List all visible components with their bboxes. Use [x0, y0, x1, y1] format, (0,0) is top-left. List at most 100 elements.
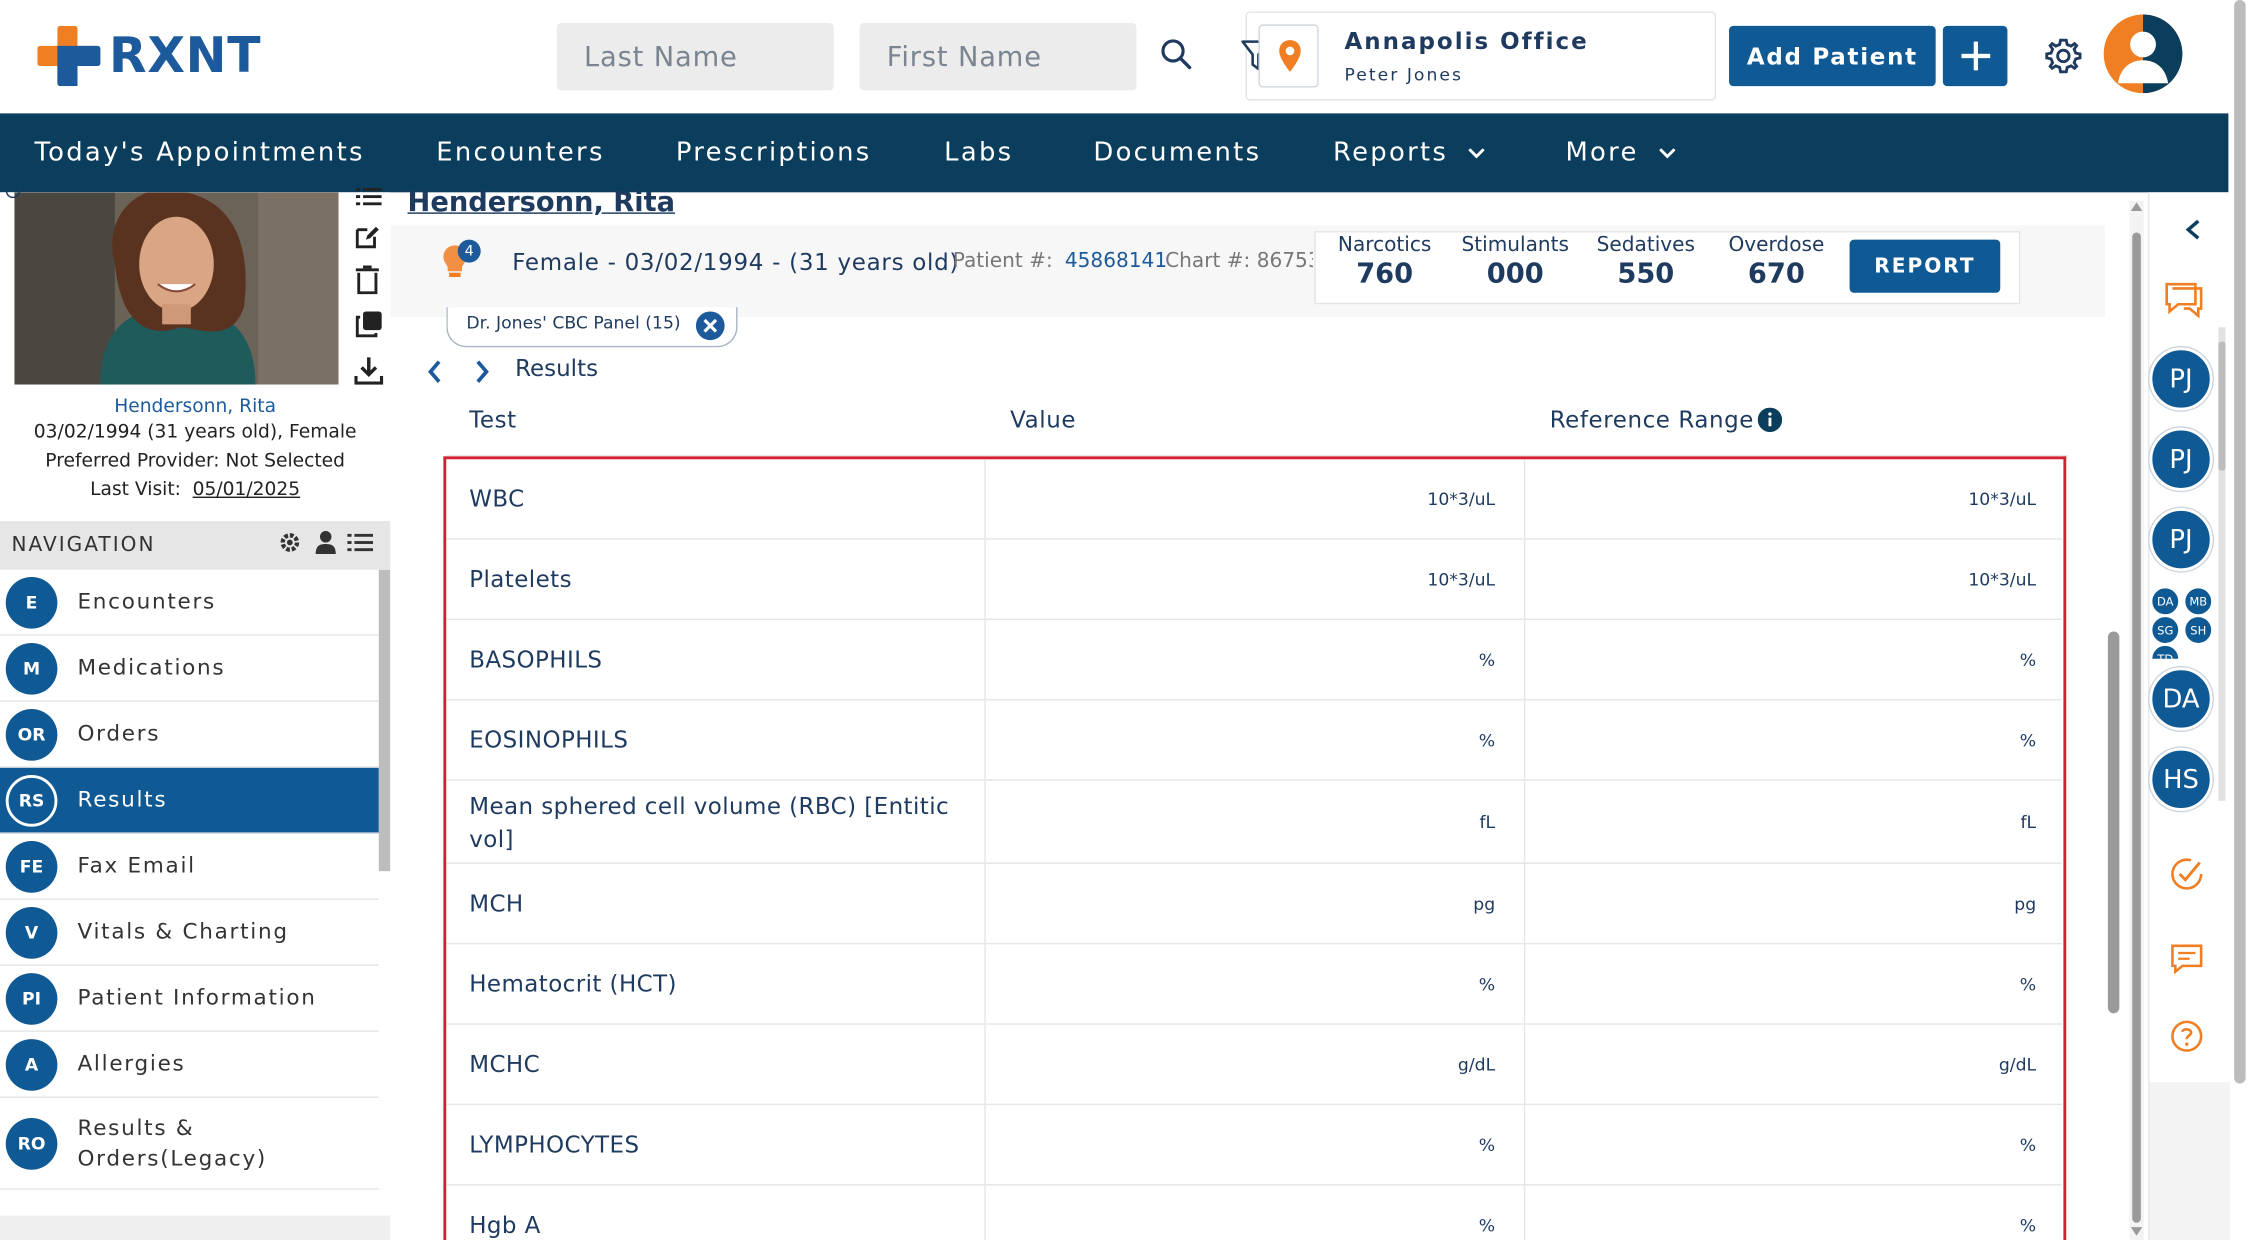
location-pin-box[interactable] [1258, 24, 1319, 88]
settings-icon[interactable] [278, 531, 301, 554]
table-row[interactable]: Hematocrit (HCT)%% [446, 944, 2062, 1025]
user-bubble[interactable]: DA [2149, 667, 2213, 731]
rail-scrollbar[interactable] [2218, 327, 2226, 801]
add-button[interactable] [1942, 25, 2008, 87]
table-row[interactable]: LYMPHOCYTES%% [446, 1105, 2062, 1186]
patient-demographics: Female - 03/02/1994 - (31 years old) [512, 248, 960, 276]
trash-icon[interactable] [354, 265, 380, 295]
help-icon[interactable] [2170, 1019, 2204, 1053]
user-bubble-small[interactable]: MB [2183, 586, 2213, 616]
nav-documents[interactable]: Documents [1093, 113, 1261, 192]
nav-row-label: Patient Information [77, 984, 317, 1011]
info-icon[interactable] [1757, 407, 1783, 432]
value-cell[interactable]: fL [986, 780, 1526, 863]
patient-number-value[interactable]: 45868141 [1065, 250, 1167, 273]
add-patient-button[interactable]: Add Patient [1729, 25, 1936, 87]
value-cell[interactable]: % [986, 700, 1526, 780]
value-cell[interactable]: % [986, 620, 1526, 699]
table-row[interactable]: MCH pg pg [446, 863, 2062, 945]
collapse-rail-icon[interactable] [2184, 218, 2201, 241]
value-cell[interactable]: 10*3/uL [986, 539, 1526, 619]
main-scrollbar-track[interactable] [2129, 200, 2144, 1240]
nav-row-results[interactable]: RS Results [0, 767, 379, 834]
user-bubble-small[interactable]: TD [2150, 644, 2180, 659]
message-icon[interactable] [2170, 941, 2204, 975]
table-row[interactable]: BASOPHILS%% [446, 620, 2062, 701]
nav-row-label: Allergies [77, 1050, 186, 1077]
nav-row-fax-email[interactable]: FE Fax Email [0, 833, 379, 900]
nav-more[interactable]: More [1565, 113, 1676, 192]
table-row[interactable]: MCHC g/dL g/dL [446, 1024, 2062, 1106]
close-icon[interactable] [694, 310, 726, 342]
patient-name-link[interactable]: Hendersonn, Rita [0, 396, 390, 418]
nav-abbr-badge: PI [5, 972, 58, 1025]
nav-labs[interactable]: Labs [944, 113, 1013, 192]
copy-icon[interactable] [354, 310, 383, 339]
value-cell[interactable]: 10*3/uL [986, 459, 1526, 539]
patient-header-name[interactable]: Hendersonn, Rita [408, 187, 676, 219]
nav-row-patient-information[interactable]: PI Patient Information [0, 965, 379, 1032]
value-cell[interactable]: pg [986, 863, 1526, 943]
nav-row-label: Encounters [77, 588, 216, 615]
nav-scrollbar[interactable] [378, 569, 391, 872]
user-avatar[interactable] [2103, 14, 2183, 94]
pdmp-report-button[interactable]: REPORT [1849, 239, 2001, 293]
table-row[interactable]: Hgb A%% [446, 1185, 2062, 1240]
nav-reports[interactable]: Reports [1333, 113, 1486, 192]
nav-row-medications[interactable]: M Medications [0, 635, 379, 702]
user-bubble-small[interactable]: SG [2150, 615, 2180, 645]
value-cell[interactable]: % [986, 944, 1526, 1024]
value-cell[interactable]: % [986, 1105, 1526, 1185]
value-cell[interactable]: g/dL [986, 1024, 1526, 1104]
nav-row-orders[interactable]: OR Orders [0, 701, 379, 768]
search-icon[interactable] [1159, 37, 1193, 71]
last-visit-date[interactable]: 05/01/2025 [193, 479, 301, 501]
scroll-up-icon[interactable] [2129, 201, 2143, 212]
main-scrollbar-thumb[interactable] [2132, 232, 2141, 1223]
gear-icon[interactable] [2045, 37, 2082, 74]
chevron-right-icon[interactable] [474, 359, 491, 385]
reference-range-cell: pg [2014, 893, 2037, 914]
result-panel-chip[interactable]: Dr. Jones' CBC Panel (15) [446, 307, 738, 348]
chat-icon[interactable] [2164, 281, 2204, 319]
table-row[interactable]: EOSINOPHILS%% [446, 700, 2062, 781]
user-bubble[interactable]: PJ [2149, 347, 2213, 411]
person-icon[interactable] [314, 530, 337, 554]
user-bubble-small[interactable]: SH [2183, 615, 2213, 645]
page-scrollbar-thumb[interactable] [2234, 0, 2246, 1084]
rail-scrollbar-thumb[interactable] [2218, 341, 2226, 471]
list-icon[interactable] [347, 532, 374, 552]
edit-icon[interactable] [354, 224, 380, 250]
scroll-down-icon[interactable] [2129, 1226, 2143, 1237]
chevron-left-icon[interactable] [426, 359, 443, 385]
nav-prescriptions[interactable]: Prescriptions [676, 113, 872, 192]
rxnt-logo[interactable]: RXNT [37, 25, 261, 87]
nav-todays-appointments[interactable]: Today's Appointments [34, 113, 364, 192]
user-bubble-small[interactable]: DA [2150, 586, 2180, 616]
user-bubble[interactable]: PJ [2149, 508, 2213, 572]
nav-row-label: Fax Email [77, 852, 196, 879]
nav-encounters[interactable]: Encounters [436, 113, 604, 192]
table-row[interactable]: WBC 10*3/uL 10*3/uL [446, 459, 2062, 540]
nav-row-results-orders-legacy[interactable]: RO Results & Orders(Legacy) [0, 1097, 379, 1190]
task-check-icon[interactable] [2170, 857, 2204, 891]
list-icon[interactable] [355, 187, 382, 207]
location-selector[interactable]: Annapolis Office Peter Jones [1241, 11, 1717, 101]
table-row[interactable]: Mean sphered cell volume (RBC) [Entitic … [446, 780, 2062, 864]
chevron-down-icon [1468, 147, 1486, 158]
user-bubble-group[interactable]: DA MB SG SH TD [2149, 586, 2221, 659]
user-bubble[interactable]: HS [2149, 747, 2213, 811]
table-row[interactable]: Platelets 10*3/uL 10*3/uL [446, 539, 2062, 621]
nav-row-encounters[interactable]: E Encounters [0, 569, 379, 636]
user-bubble[interactable]: PJ [2149, 427, 2213, 491]
table-scrollbar-thumb[interactable] [2107, 631, 2120, 1014]
page-scrollbar-track[interactable] [2231, 0, 2250, 1240]
nav-row-allergies[interactable]: A Allergies [0, 1031, 379, 1098]
pdmp-value: 670 [1747, 258, 1805, 290]
last-name-input[interactable]: Last Name [556, 22, 834, 91]
patient-number: Patient #: 45868141 [953, 250, 1167, 273]
nav-row-vitals-charting[interactable]: V Vitals & Charting [0, 899, 379, 966]
download-icon[interactable] [354, 356, 384, 385]
first-name-input[interactable]: First Name [859, 22, 1137, 91]
value-cell[interactable]: % [986, 1185, 1526, 1240]
